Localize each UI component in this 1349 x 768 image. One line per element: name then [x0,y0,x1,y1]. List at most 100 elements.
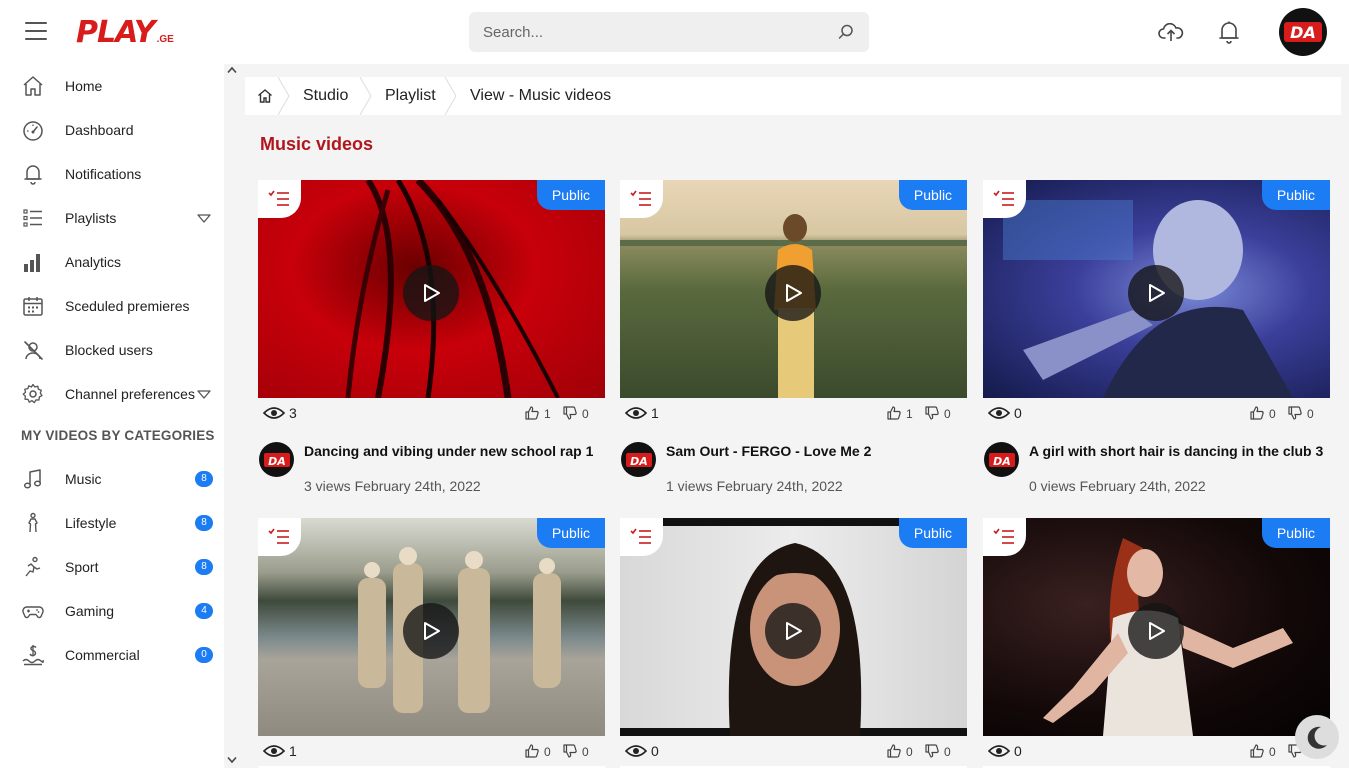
play-button[interactable] [1128,265,1184,321]
thumbs-up-icon[interactable] [525,744,539,758]
thumbs-down-icon[interactable] [563,744,577,758]
thumbs-up-icon[interactable] [887,406,901,420]
like-count: 0 [1269,407,1276,421]
play-button[interactable] [1128,603,1184,659]
sidebar-item-channel-preferences[interactable]: Channel preferences [0,372,224,416]
video-thumbnail[interactable]: Public [983,180,1330,398]
eye-icon [988,745,1010,757]
sidebar-item-dashboard[interactable]: Dashboard [0,108,224,152]
category-label: Lifestyle [65,515,117,531]
cloud-upload-icon[interactable] [1158,20,1184,44]
calendar-icon [23,297,43,316]
menu-icon[interactable] [25,22,47,42]
channel-logo-icon: DA [988,452,1015,468]
category-item-commercial[interactable]: Commercial 0 [0,633,224,677]
video-stats: 1 1 0 [620,398,967,428]
sidebar-item-blocked-users[interactable]: Blocked users [0,328,224,372]
moon-icon [1307,726,1327,749]
view-count: 3 [289,405,297,421]
channel-avatar[interactable]: DA [621,442,656,477]
dark-mode-toggle[interactable] [1295,715,1339,759]
search-input[interactable] [469,12,869,52]
svg-text:DA: DA [993,455,1011,468]
video-thumbnail[interactable]: Public [620,518,967,736]
notification-bell-icon[interactable] [1218,20,1240,44]
user-avatar[interactable]: DA [1279,8,1327,56]
play-icon [786,622,802,640]
visibility-badge: Public [1262,518,1330,548]
playlist-check-icon [993,528,1014,544]
scroll-up-arrow-icon[interactable] [227,66,237,74]
chevron-down-icon[interactable] [197,214,211,223]
add-to-playlist-button[interactable] [258,180,301,218]
sidebar-item-label: Blocked users [65,342,153,358]
sidebar-item-label: Dashboard [65,122,134,138]
play-button[interactable] [765,265,821,321]
view-count: 0 [1014,405,1022,421]
add-to-playlist-button[interactable] [983,180,1026,218]
like-count: 1 [544,407,551,421]
sidebar-item-scheduled-premieres[interactable]: Sceduled premieres [0,284,224,328]
video-title[interactable]: Sam Ourt - FERGO - Love Me 2 [666,443,871,459]
dislike-count: 0 [582,407,589,421]
visibility-badge: Public [1262,180,1330,210]
play-button[interactable] [403,603,459,659]
play-button[interactable] [765,603,821,659]
thumbs-down-icon[interactable] [925,406,939,420]
add-to-playlist-button[interactable] [620,180,663,218]
count-badge: 4 [195,603,213,619]
category-item-music[interactable]: Music 8 [0,457,224,501]
dislike-count: 0 [944,407,951,421]
thumbs-up-icon[interactable] [1250,406,1264,420]
thumbs-up-icon[interactable] [887,744,901,758]
category-item-gaming[interactable]: Gaming 4 [0,589,224,633]
video-title[interactable]: Dancing and vibing under new school rap … [304,443,593,459]
video-thumbnail[interactable]: Public [258,518,605,736]
play-icon [1149,622,1165,640]
sidebar-item-notifications[interactable]: Notifications [0,152,224,196]
thumbs-down-icon[interactable] [925,744,939,758]
category-item-lifestyle[interactable]: Lifestyle 8 [0,501,224,545]
sidebar-item-home[interactable]: Home [0,64,224,108]
search-icon[interactable] [837,23,855,41]
sidebar-item-playlists[interactable]: Playlists [0,196,224,240]
thumbs-down-icon[interactable] [1288,406,1302,420]
channel-avatar[interactable]: DA [259,442,294,477]
play-button[interactable] [403,265,459,321]
commercial-icon [22,645,44,666]
scroll-down-arrow-icon[interactable] [227,756,237,764]
sidebar-item-analytics[interactable]: Analytics [0,240,224,284]
chevron-down-icon[interactable] [197,390,211,399]
sidebar-scrollbar[interactable] [224,64,240,768]
thumbs-up-icon[interactable] [1250,744,1264,758]
video-stats: 0 0 0 [983,398,1330,428]
thumbs-up-icon[interactable] [525,406,539,420]
add-to-playlist-button[interactable] [258,518,301,556]
visibility-badge: Public [537,180,605,210]
video-thumbnail[interactable]: Public [258,180,605,398]
eye-icon [263,745,285,757]
add-to-playlist-button[interactable] [620,518,663,556]
visibility-badge: Public [537,518,605,548]
play-icon [1149,284,1165,302]
logo[interactable]: PLAY .GE [76,14,174,50]
like-count: 0 [544,745,551,759]
video-info: DA Sam Ourt - FERGO - Love Me 2 1 views … [620,428,967,510]
category-item-sport[interactable]: Sport 8 [0,545,224,589]
breadcrumb-playlist[interactable]: Playlist [385,77,436,115]
dislike-count: 0 [1307,407,1314,421]
channel-avatar[interactable]: DA [984,442,1019,477]
sidebar-item-label: Home [65,78,103,94]
home-icon [23,76,43,96]
breadcrumb-studio[interactable]: Studio [303,77,348,115]
logo-sub-text: .GE [156,34,174,45]
view-count: 1 [289,743,297,759]
video-title[interactable]: A girl with short hair is dancing in the… [1029,443,1323,459]
add-to-playlist-button[interactable] [983,518,1026,556]
video-thumbnail[interactable]: Public [983,518,1330,736]
page-title: Music videos [260,134,374,154]
home-icon[interactable] [257,88,273,104]
thumbs-down-icon[interactable] [563,406,577,420]
playlist-check-icon [630,528,651,544]
video-thumbnail[interactable]: Public [620,180,967,398]
